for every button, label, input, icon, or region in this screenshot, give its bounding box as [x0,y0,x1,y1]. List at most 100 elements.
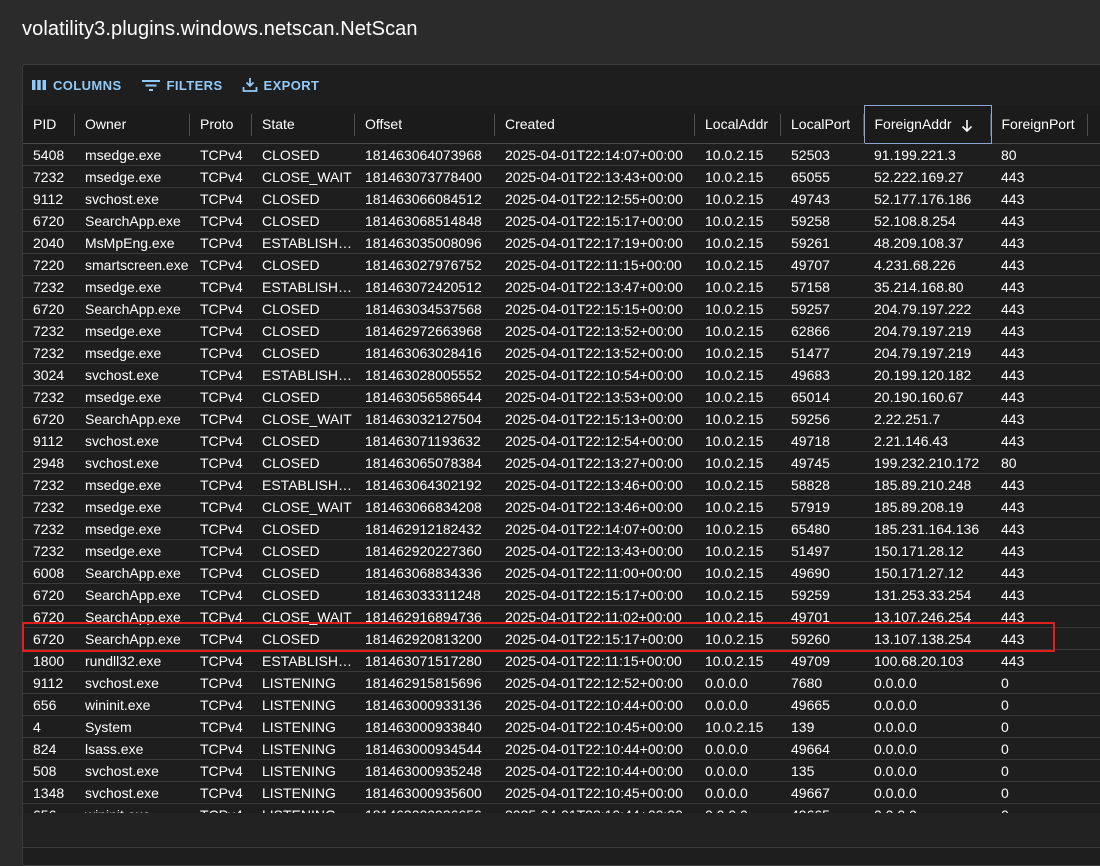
table-row[interactable]: 7232 msedge.exe TCPv4 CLOSED 181462920227360… [23,539,1100,562]
cell-offset: 181463000933840 [355,715,495,738]
cell-localport: 58828 [781,473,864,496]
cell-owner: svchost.exe [75,429,190,452]
table-row[interactable]: 656 wininit.exe TCPv4 LISTENING 181463000933… [23,693,1100,716]
cell-localaddr: 10.0.2.15 [695,473,781,496]
table-row[interactable]: 6720 SearchApp.exe TCPv4 CLOSE_WAIT 18146303… [23,407,1100,430]
table-row[interactable]: 6720 SearchApp.exe TCPv4 CLOSED 181463033311… [23,583,1100,606]
column-header-state[interactable]: State [252,105,355,144]
cell-owner: SearchApp.exe [75,209,190,232]
cell-localaddr: 10.0.2.15 [695,561,781,584]
cell-localaddr: 0.0.0.0 [695,781,781,804]
table-row[interactable]: 7232 msedge.exe TCPv4 CLOSE_WAIT 18146307377… [23,165,1100,188]
cell-created: 2025-04-01T22:17:19+00:00 [495,231,695,254]
cell-localport: 57919 [781,495,864,518]
table-row[interactable]: 1800 rundll32.exe TCPv4 ESTABLISHED 18146307… [23,649,1100,672]
table-row[interactable]: 7232 msedge.exe TCPv4 CLOSE_WAIT 18146306683… [23,495,1100,518]
cell-filler [1088,561,1100,584]
table-row[interactable]: 7232 msedge.exe TCPv4 CLOSED 181463063028416… [23,341,1100,364]
sort-descending-icon[interactable] [960,119,974,133]
column-header-created[interactable]: Created [495,105,695,144]
table-row[interactable]: 824 lsass.exe TCPv4 LISTENING 18146300093454… [23,737,1100,760]
cell-localport: 65055 [781,165,864,188]
cell-foreignport: 0 [991,737,1088,760]
cell-filler [1088,759,1100,782]
cell-state: LISTENING [252,693,355,716]
cell-foreignaddr: 0.0.0.0 [864,737,991,760]
cell-pid: 9112 [23,671,75,694]
columns-button[interactable]: COLUMNS [31,78,122,93]
table-row[interactable]: 9112 svchost.exe TCPv4 LISTENING 18146291581… [23,671,1100,694]
cell-owner: msedge.exe [75,539,190,562]
cell-foreignaddr: 13.107.246.254 [864,605,991,628]
table-row[interactable]: 7232 msedge.exe TCPv4 CLOSED 181463056586544… [23,385,1100,408]
cell-localport: 51477 [781,341,864,364]
table-row[interactable]: 3024 svchost.exe TCPv4 ESTABLISHED 181463028… [23,363,1100,386]
cell-localport: 59256 [781,407,864,430]
cell-offset: 181463068514848 [355,209,495,232]
cell-localaddr: 10.0.2.15 [695,451,781,474]
cell-state: CLOSED [252,187,355,210]
table-row[interactable]: 7232 msedge.exe TCPv4 ESTABLISHED 1814630643… [23,473,1100,496]
table-row[interactable]: 2948 svchost.exe TCPv4 CLOSED 18146306507838… [23,451,1100,474]
cell-localport: 49701 [781,605,864,628]
cell-pid: 7232 [23,539,75,562]
cell-filler [1088,737,1100,760]
cell-localport: 57158 [781,275,864,298]
cell-created: 2025-04-01T22:13:46+00:00 [495,495,695,518]
table-row[interactable]: 5408 msedge.exe TCPv4 CLOSED 181463064073968… [23,143,1100,166]
cell-offset: 181463034537568 [355,297,495,320]
table-row[interactable]: 6720 SearchApp.exe TCPv4 CLOSED 181462920813… [23,627,1100,650]
cell-state: CLOSED [252,143,355,166]
table-row[interactable]: 6720 SearchApp.exe TCPv4 CLOSED 181463034537… [23,297,1100,320]
table-row[interactable]: 508 svchost.exe TCPv4 LISTENING 181463000935… [23,759,1100,782]
cell-pid: 2040 [23,231,75,254]
column-header-foreignaddr[interactable]: ForeignAddr [863,105,992,144]
cell-pid: 7232 [23,319,75,342]
cell-foreignport: 0 [991,759,1088,782]
column-header-localaddr[interactable]: LocalAddr [695,105,781,144]
column-header-offset[interactable]: Offset [355,105,495,144]
table-row[interactable]: 7232 msedge.exe TCPv4 ESTABLISHED 1814630724… [23,275,1100,298]
table-row[interactable]: 9112 svchost.exe TCPv4 CLOSED 18146307119363… [23,429,1100,452]
table-row[interactable]: 6008 SearchApp.exe TCPv4 CLOSED 181463068834… [23,561,1100,584]
cell-offset: 181463063028416 [355,341,495,364]
table-row[interactable]: 2040 MsMpEng.exe TCPv4 ESTABLISHED 181463035… [23,231,1100,254]
cell-localaddr: 0.0.0.0 [695,693,781,716]
cell-localaddr: 10.0.2.15 [695,495,781,518]
table-row[interactable]: 6720 SearchApp.exe TCPv4 CLOSE_WAIT 18146291… [23,605,1100,628]
filters-button[interactable]: FILTERS [141,78,223,93]
export-button[interactable]: EXPORT [242,77,320,93]
table-row[interactable]: 1348 svchost.exe TCPv4 LISTENING 18146300093… [23,781,1100,804]
cell-offset: 181463071193632 [355,429,495,452]
column-header-foreignport[interactable]: ForeignPort [991,105,1088,144]
filter-icon [141,80,160,91]
cell-localport: 59257 [781,297,864,320]
cell-foreignaddr: 0.0.0.0 [864,759,991,782]
column-header-pid[interactable]: PID [23,105,75,144]
cell-foreignport: 0 [991,671,1088,694]
table-row[interactable]: 6720 SearchApp.exe TCPv4 CLOSED 181463068514… [23,209,1100,232]
cell-offset: 181463071517280 [355,649,495,672]
cell-localport: 7680 [781,671,864,694]
table-row[interactable]: 9112 svchost.exe TCPv4 CLOSED 18146306608451… [23,187,1100,210]
cell-created: 2025-04-01T22:14:07+00:00 [495,517,695,540]
column-header-label: ForeignAddr [874,116,952,133]
column-header-owner[interactable]: Owner [75,105,190,144]
table-row[interactable]: 7232 msedge.exe TCPv4 CLOSED 181462912182432… [23,517,1100,540]
table-row[interactable]: 7232 msedge.exe TCPv4 CLOSED 181462972663968… [23,319,1100,342]
cell-foreignport: 0 [991,715,1088,738]
column-header-localport[interactable]: LocalPort [781,105,864,144]
table-row[interactable]: 7220 smartscreen.exe TCPv4 CLOSED 1814630279… [23,253,1100,276]
column-header-proto[interactable]: Proto [190,105,252,144]
cell-filler [1088,385,1100,408]
cell-offset: 181463068834336 [355,561,495,584]
cell-pid: 6008 [23,561,75,584]
cell-localaddr: 10.0.2.15 [695,231,781,254]
table-row[interactable]: 4 System TCPv4 LISTENING 181463000933840 2025… [23,715,1100,738]
cell-state: CLOSED [252,451,355,474]
header-row: PID Owner Proto State Offset Created LocalAddr… [23,105,1100,144]
cell-proto: TCPv4 [190,385,252,408]
cell-filler [1088,143,1100,166]
cell-state: LISTENING [252,671,355,694]
cell-foreignport: 443 [991,297,1088,320]
